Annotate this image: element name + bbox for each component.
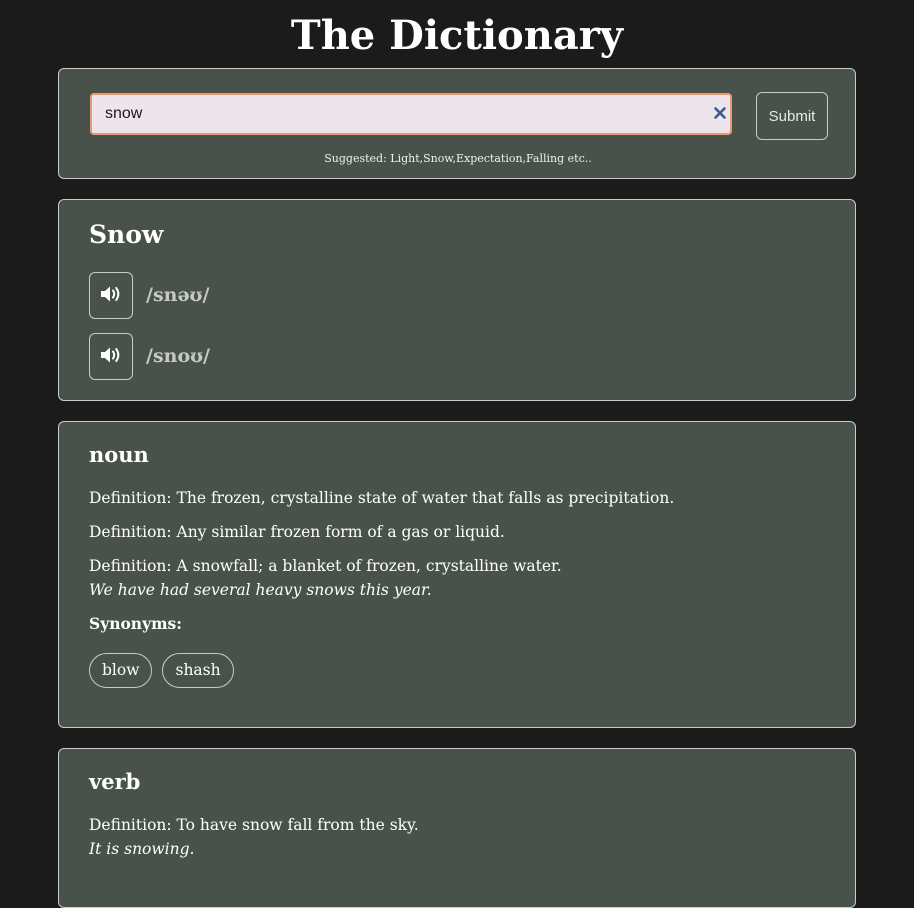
phonetic-row: /snəʊ/ bbox=[89, 271, 209, 319]
search-box bbox=[90, 93, 732, 135]
play-audio-button[interactable] bbox=[89, 271, 133, 319]
meaning-card-noun: noun Definition: The frozen, crystalline… bbox=[58, 421, 856, 728]
definition-text: Definition: Any similar frozen form of a… bbox=[89, 523, 505, 541]
speaker-icon bbox=[99, 284, 123, 307]
definition: Definition: The frozen, crystalline stat… bbox=[89, 486, 829, 510]
meaning-card-verb: verb Definition: To have snow fall from … bbox=[58, 748, 856, 908]
play-audio-button[interactable] bbox=[89, 332, 133, 380]
synonyms-label: Synonyms: bbox=[89, 614, 182, 633]
part-of-speech: verb bbox=[89, 769, 141, 794]
phonetic-row: /snoʊ/ bbox=[89, 332, 210, 380]
word-card: Snow /snəʊ/ /snoʊ/ bbox=[58, 199, 856, 401]
submit-button[interactable]: Submit bbox=[756, 92, 828, 140]
page-title: The Dictionary bbox=[290, 12, 624, 59]
definition-text: Definition: A snowfall; a blanket of fro… bbox=[89, 557, 562, 575]
synonym-list: blow shash bbox=[89, 653, 829, 688]
phonetic-text: /snoʊ/ bbox=[146, 345, 210, 367]
definition: Definition: Any similar frozen form of a… bbox=[89, 520, 829, 544]
definition-example: It is snowing. bbox=[89, 840, 195, 858]
part-of-speech: noun bbox=[89, 442, 149, 467]
speaker-icon bbox=[99, 345, 123, 368]
search-input[interactable] bbox=[92, 95, 702, 133]
definition-list: Definition: To have snow fall from the s… bbox=[89, 813, 829, 871]
definition-text: Definition: To have snow fall from the s… bbox=[89, 816, 419, 834]
definition: Definition: A snowfall; a blanket of fro… bbox=[89, 554, 829, 602]
synonym-chip[interactable]: blow bbox=[89, 653, 153, 688]
word-title: Snow bbox=[89, 220, 164, 249]
phonetic-text: /snəʊ/ bbox=[146, 284, 210, 306]
synonym-chip[interactable]: shash bbox=[162, 653, 234, 688]
suggested-words: Suggested: Light,Snow,Expectation,Fallin… bbox=[324, 152, 592, 165]
search-card: Submit Suggested: Light,Snow,Expectation… bbox=[58, 68, 856, 179]
definition-list: Definition: The frozen, crystalline stat… bbox=[89, 486, 829, 688]
definition-text: Definition: The frozen, crystalline stat… bbox=[89, 489, 675, 507]
definition-example: We have had several heavy snows this yea… bbox=[89, 581, 432, 599]
definition: Definition: To have snow fall from the s… bbox=[89, 813, 829, 861]
close-icon[interactable] bbox=[713, 105, 727, 119]
